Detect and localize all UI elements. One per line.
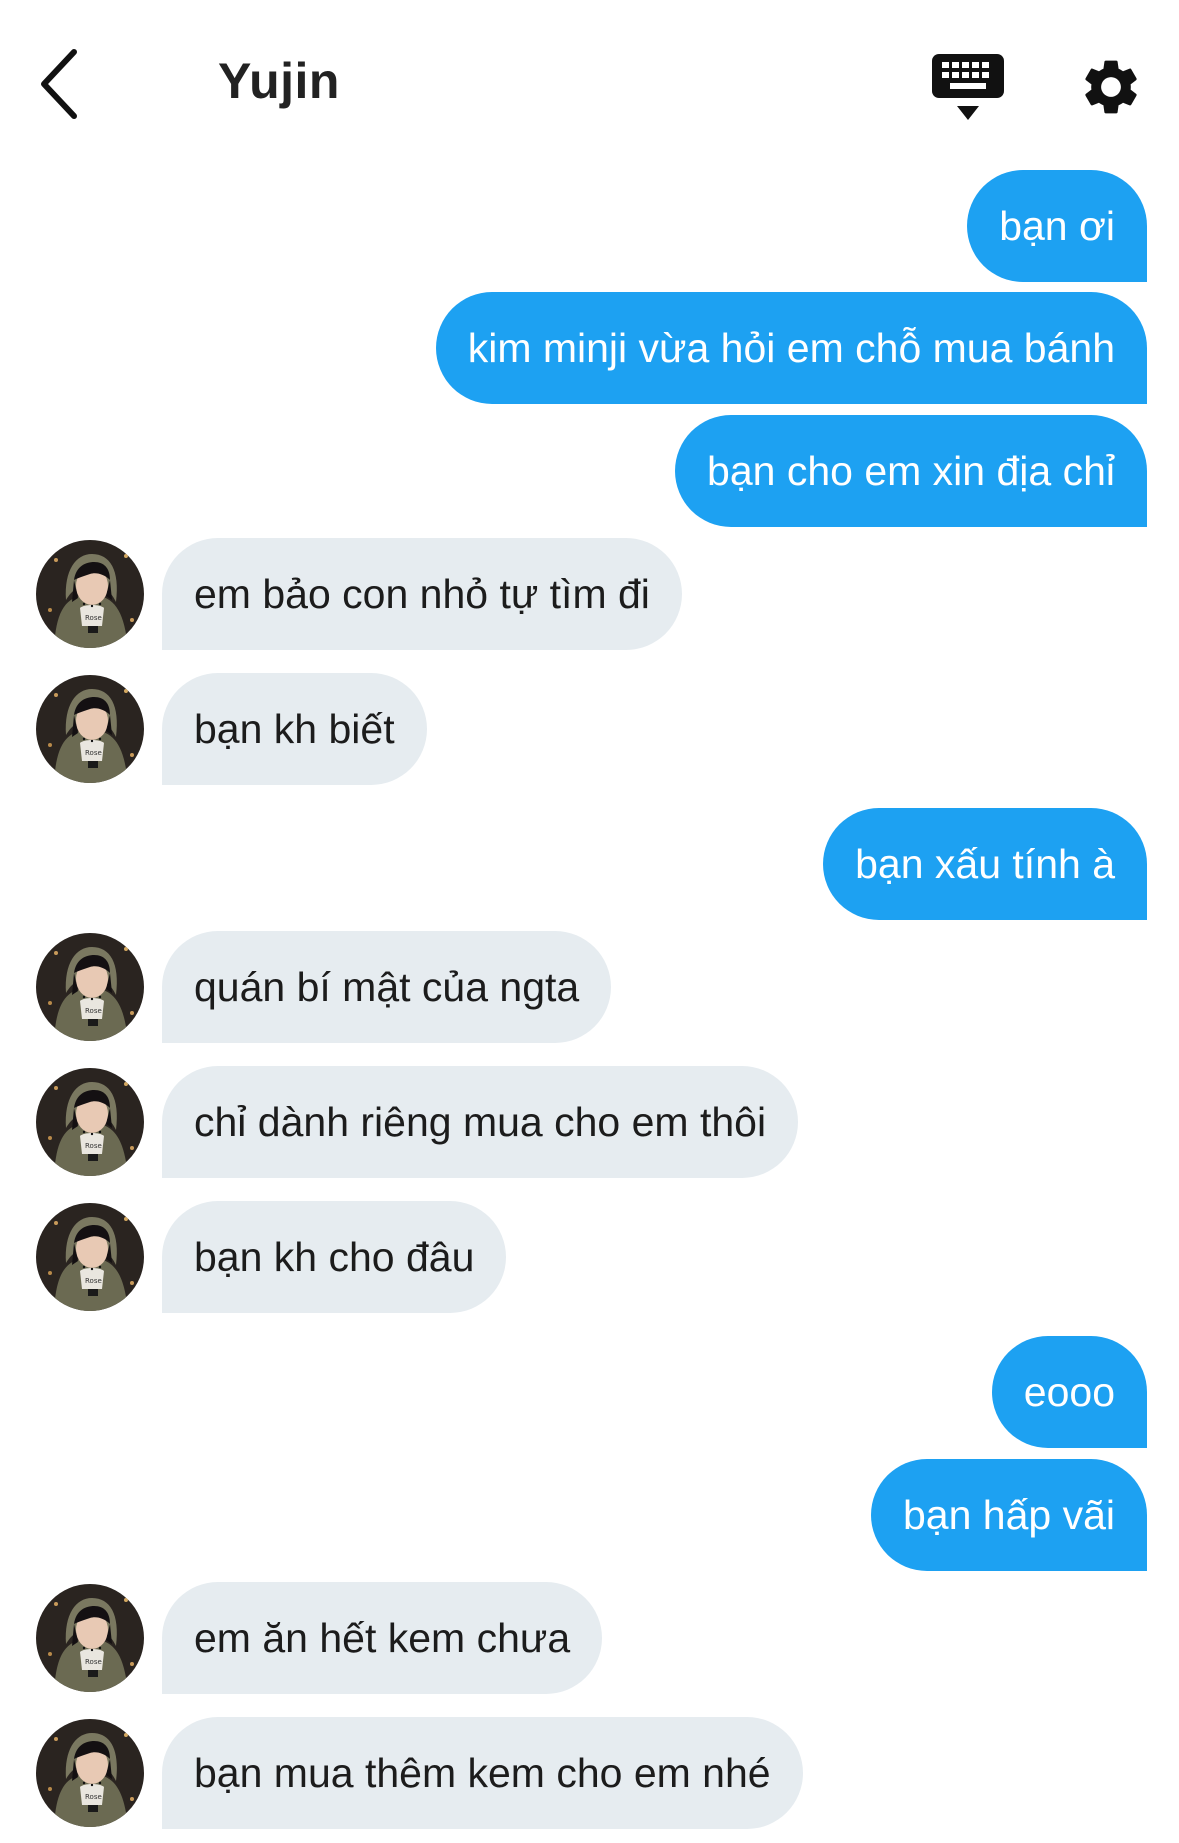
message-bubble-outgoing[interactable]: bạn xấu tính à	[823, 808, 1147, 920]
avatar[interactable]	[36, 933, 144, 1041]
message-bubble-outgoing[interactable]: eooo	[991, 1336, 1147, 1448]
avatar[interactable]	[36, 540, 144, 648]
message-bubble-outgoing[interactable]: kim minji vừa hỏi em chỗ mua bánh	[435, 292, 1147, 404]
avatar[interactable]	[36, 1584, 144, 1692]
message-bubble-outgoing[interactable]: bạn hấp vãi	[870, 1459, 1147, 1571]
message-bubble-incoming[interactable]: em ăn hết kem chưa	[162, 1582, 603, 1694]
message-list[interactable]: bạn ơi kim minji vừa hỏi em chỗ mua bánh…	[0, 0, 1179, 1843]
message-bubble-outgoing[interactable]: bạn cho em xin địa chỉ	[675, 415, 1147, 527]
message-bubble-outgoing[interactable]: bạn ơi	[967, 170, 1147, 282]
avatar[interactable]	[36, 1068, 144, 1176]
message-bubble-incoming[interactable]: bạn kh cho đâu	[162, 1201, 507, 1313]
message-bubble-incoming[interactable]: bạn mua thêm kem cho em nhé	[162, 1717, 803, 1829]
message-bubble-incoming[interactable]: chỉ dành riêng mua cho em thôi	[162, 1066, 799, 1178]
message-bubble-incoming[interactable]: quán bí mật của ngta	[162, 931, 612, 1043]
message-bubble-incoming[interactable]: em bảo con nhỏ tự tìm đi	[162, 538, 682, 650]
avatar[interactable]	[36, 675, 144, 783]
avatar[interactable]	[36, 1203, 144, 1311]
avatar[interactable]	[36, 1719, 144, 1827]
message-bubble-incoming[interactable]: bạn kh biết	[162, 673, 427, 785]
